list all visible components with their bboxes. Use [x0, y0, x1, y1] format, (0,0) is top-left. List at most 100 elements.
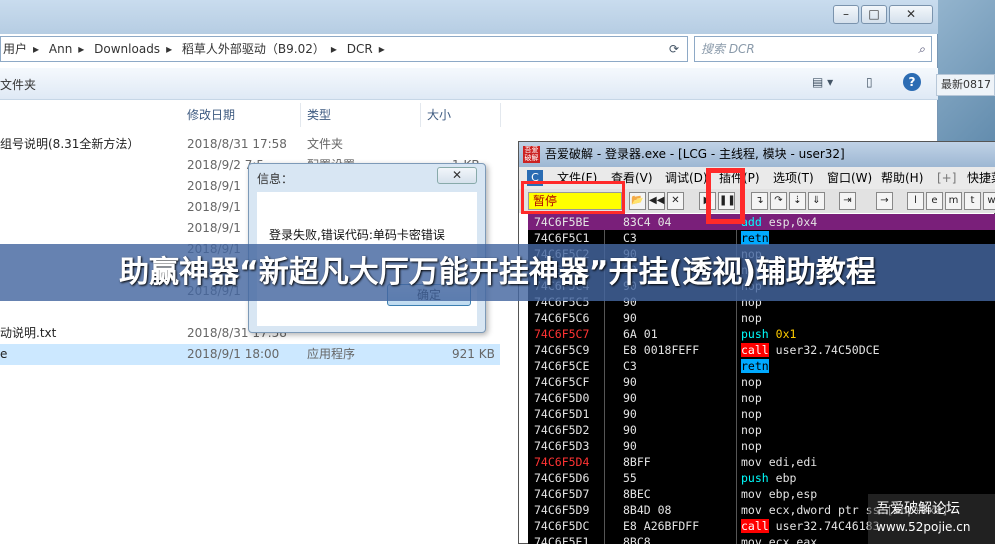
disasm-mnemonic: retn	[741, 359, 769, 373]
disasm-mnemonic: mov	[741, 535, 762, 544]
view-options-icon[interactable]: ▤ ▾	[812, 75, 833, 89]
toolbar-letter-w[interactable]: w	[983, 192, 995, 210]
disasm-instruction: push ebp	[741, 470, 796, 486]
execute-till-return-icon[interactable]: ⇥	[839, 192, 856, 210]
toolbar-letter-l[interactable]: l	[907, 192, 924, 210]
restart-icon[interactable]: ◀◀	[648, 192, 665, 210]
column-header-date[interactable]: 修改日期	[181, 103, 301, 127]
file-type: 文件夹	[307, 137, 344, 151]
debugger-titlebar: 吾爱破解 吾爱破解 - 登录器.exe - [LCG - 主线程, 模块 - u…	[519, 142, 995, 167]
disasm-operands: esp,0x4	[768, 215, 818, 229]
toolbar-letter-t[interactable]: t	[964, 192, 981, 210]
menu-shortcuts[interactable]: 快捷菜	[967, 167, 995, 189]
breadcrumb-user[interactable]: 用户	[3, 42, 27, 56]
disasm-line[interactable]: 74C6F5CF 90 nop	[528, 374, 995, 390]
disasm-address: 74C6F5CE	[534, 359, 590, 373]
disasm-hex: 90	[623, 407, 637, 421]
disasm-operands: user32.74C50DCE	[775, 343, 880, 357]
open-icon[interactable]: 📂	[629, 192, 646, 210]
disasm-instruction: push 0x1	[741, 326, 796, 342]
disasm-mnemonic: mov	[741, 503, 762, 517]
step-over-icon[interactable]: ↷	[770, 192, 787, 210]
dialog-title: 信息：	[257, 172, 294, 186]
headline-text: 助赢神器“新超凡大厅万能开挂神器”开挂(透视)辅助教程	[119, 255, 876, 290]
dialog-close-button[interactable]: ✕	[437, 167, 477, 184]
menu-expand[interactable]: [+]	[937, 167, 956, 189]
close-program-icon[interactable]: ✕	[667, 192, 684, 210]
disasm-hex: 90	[623, 439, 637, 453]
disasm-mnemonic: nop	[741, 423, 762, 437]
chevron-right-icon: ▸	[330, 42, 337, 56]
disasm-instruction: mov ebp,esp	[741, 486, 817, 502]
menu-options[interactable]: 选项(T)	[773, 167, 814, 189]
trace-into-icon[interactable]: ⇣	[789, 192, 806, 210]
explorer-titlebar: – □ ✕	[0, 0, 938, 34]
column-header-type[interactable]: 类型	[301, 103, 421, 127]
disasm-line[interactable]: 74C6F5D1 90 nop	[528, 406, 995, 422]
debugger-title: 吾爱破解 - 登录器.exe - [LCG - 主线程, 模块 - user32…	[545, 147, 845, 161]
breadcrumb-folder[interactable]: 稻草人外部驱动（B9.02）	[182, 42, 325, 56]
file-date: 2018/9/1	[187, 200, 241, 214]
highlight-box-status	[521, 181, 625, 214]
chevron-right-icon: ▸	[78, 42, 85, 56]
disasm-hex: 55	[623, 471, 637, 485]
menu-window[interactable]: 窗口(W)	[827, 167, 872, 189]
toolbar-letter-e[interactable]: e	[926, 192, 943, 210]
disasm-hex: 8BFF	[623, 455, 651, 469]
disasm-address: 74C6F5D2	[534, 423, 590, 437]
file-row[interactable]: 组号说明(8.31全新方法） 2018/8/31 17:58 文件夹	[0, 134, 500, 155]
disasm-line[interactable]: 74C6F5D6 55 push ebp	[528, 470, 995, 486]
menu-debug[interactable]: 调试(D)	[665, 167, 708, 189]
help-icon[interactable]: ?	[903, 73, 921, 91]
maximize-button[interactable]: □	[861, 5, 887, 24]
search-input[interactable]: 搜索 DCR ⌕	[694, 36, 932, 62]
trace-over-icon[interactable]: ⇓	[808, 192, 825, 210]
dialog-message: 登录失败,错误代码:单码卡密错误	[269, 228, 445, 242]
app-logo: 吾爱破解	[523, 146, 540, 163]
goto-icon[interactable]: →	[876, 192, 893, 210]
preview-pane-icon[interactable]: ▯	[866, 75, 873, 89]
address-bar[interactable]: 用户 ▸ Ann ▸ Downloads ▸ 稻草人外部驱动（B9.02） ▸ DCR ▸	[0, 36, 688, 62]
disasm-instruction: nop	[741, 374, 762, 390]
disasm-hex: 6A 01	[623, 327, 658, 341]
disasm-address: 74C6F5C9	[534, 343, 590, 357]
disasm-line[interactable]: 74C6F5BE 83C4 04 add esp,0x4	[528, 214, 995, 230]
disasm-address: 74C6F5C6	[534, 311, 590, 325]
disasm-mnemonic: call	[741, 519, 769, 533]
disasm-operands: 0x1	[775, 327, 797, 341]
file-row[interactable]: e 2018/9/1 18:00 应用程序 921 KB	[0, 344, 500, 365]
step-into-icon[interactable]: ↴	[751, 192, 768, 210]
minimize-button[interactable]: –	[833, 5, 859, 24]
disasm-line[interactable]: 74C6F5D0 90 nop	[528, 390, 995, 406]
disasm-mnemonic: call	[741, 343, 769, 357]
disasm-address: 74C6F5D6	[534, 471, 590, 485]
close-button[interactable]: ✕	[889, 5, 933, 24]
disasm-line[interactable]: 74C6F5CE C3 retn	[528, 358, 995, 374]
disasm-address: 74C6F5D1	[534, 407, 590, 421]
menu-help[interactable]: 帮助(H)	[881, 167, 923, 189]
watermark: 吾爱破解论坛 www.52pojie.cn	[868, 494, 995, 544]
breadcrumb-downloads[interactable]: Downloads	[94, 42, 160, 56]
disasm-instruction: nop	[741, 422, 762, 438]
disasm-address: 74C6F5C7	[534, 327, 590, 341]
breadcrumb-dcr[interactable]: DCR	[347, 42, 373, 56]
disasm-hex: 8B4D 08	[623, 503, 672, 517]
breadcrumb-ann[interactable]: Ann	[49, 42, 72, 56]
disasm-mnemonic: nop	[741, 391, 762, 405]
disasm-line[interactable]: 74C6F5D2 90 nop	[528, 422, 995, 438]
disasm-operands: ebp	[775, 471, 797, 485]
disasm-hex: 90	[623, 423, 637, 437]
disasm-hex: E8 0018FEFF	[623, 343, 700, 357]
refresh-icon[interactable]: ⟳	[664, 40, 684, 58]
disasm-mnemonic: push	[741, 471, 769, 485]
toolbar-letter-m[interactable]: m	[945, 192, 962, 210]
search-icon: ⌕	[918, 42, 925, 56]
chevron-right-icon: ▸	[378, 42, 385, 56]
disasm-instruction: nop	[741, 310, 762, 326]
disasm-line[interactable]: 74C6F5C9 E8 0018FEFF call user32.74C50DCE	[528, 342, 995, 358]
disasm-line[interactable]: 74C6F5D3 90 nop	[528, 438, 995, 454]
column-header-size[interactable]: 大小	[421, 103, 501, 127]
disasm-line[interactable]: 74C6F5C6 90 nop	[528, 310, 995, 326]
disasm-line[interactable]: 74C6F5C7 6A 01 push 0x1	[528, 326, 995, 342]
disasm-line[interactable]: 74C6F5D4 8BFF mov edi,edi	[528, 454, 995, 470]
